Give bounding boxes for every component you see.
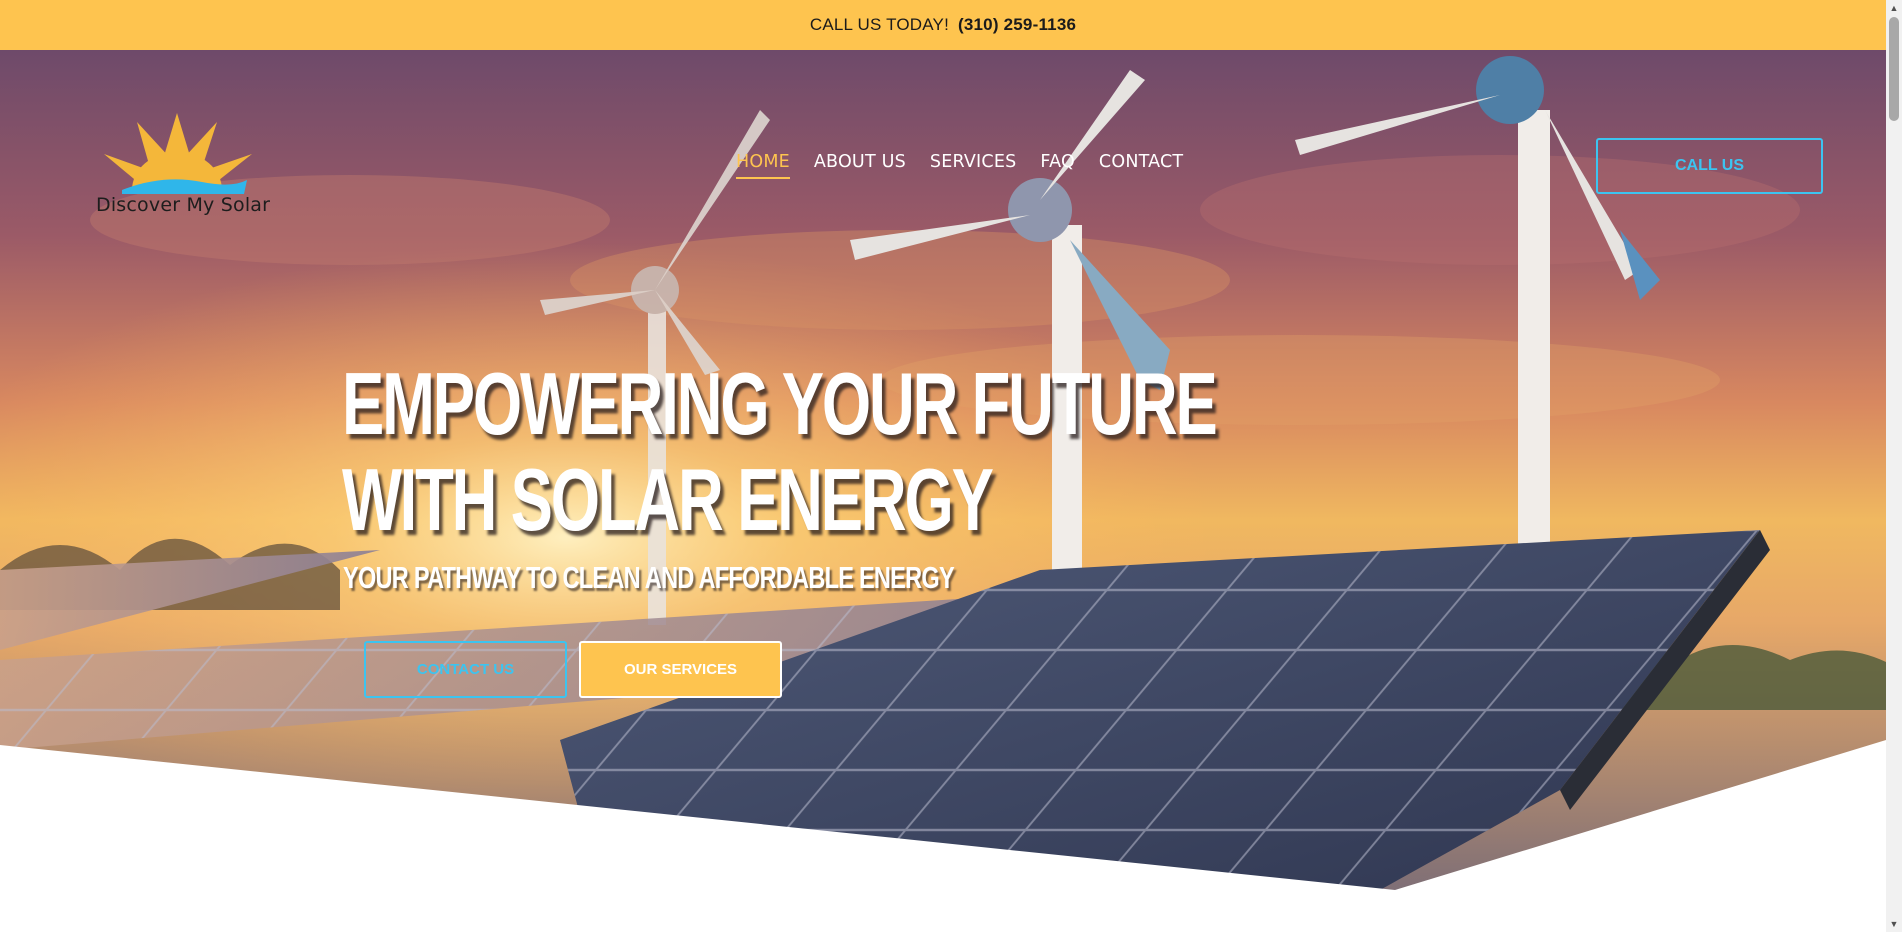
sun-over-wave-icon <box>104 113 252 194</box>
vertical-scrollbar[interactable]: ▲ ▼ <box>1886 0 1902 932</box>
hero-section: Discover My Solar HOME ABOUT US SERVICES… <box>0 50 1886 890</box>
hero-headline-line2: WITH SOLAR ENERGY <box>342 450 994 549</box>
call-us-button[interactable]: CALL US <box>1596 138 1823 194</box>
nav-services[interactable]: SERVICES <box>930 152 1017 179</box>
phone-number-link[interactable]: (310) 259-1136 <box>958 15 1076 35</box>
hero-headline-line1: EMPOWERING YOUR FUTURE <box>342 354 1218 453</box>
nav-home[interactable]: HOME <box>736 152 790 179</box>
hero-subtitle: YOUR PATHWAY TO CLEAN AND AFFORDABLE ENE… <box>343 560 955 595</box>
scroll-down-arrow-icon[interactable]: ▼ <box>1886 916 1902 932</box>
nav-contact[interactable]: CONTACT <box>1099 152 1183 179</box>
nav-faq[interactable]: FAQ <box>1040 152 1075 179</box>
scroll-up-arrow-icon[interactable]: ▲ <box>1886 0 1902 16</box>
site-logo[interactable]: Discover My Solar <box>92 108 270 220</box>
scrollbar-thumb[interactable] <box>1889 17 1899 121</box>
logo-text: Discover My Solar <box>96 194 271 216</box>
call-today-label: CALL US TODAY! <box>809 15 950 34</box>
main-navigation: HOME ABOUT US SERVICES FAQ CONTACT <box>736 152 1183 179</box>
contact-us-button[interactable]: CONTACT US <box>364 641 567 698</box>
top-announcement-bar: CALL US TODAY! (310) 259-1136 <box>0 0 1886 50</box>
our-services-button[interactable]: OUR SERVICES <box>579 641 782 698</box>
nav-about-us[interactable]: ABOUT US <box>814 152 906 179</box>
hero-headline: EMPOWERING YOUR FUTURE WITH SOLAR ENERGY <box>342 354 1218 549</box>
